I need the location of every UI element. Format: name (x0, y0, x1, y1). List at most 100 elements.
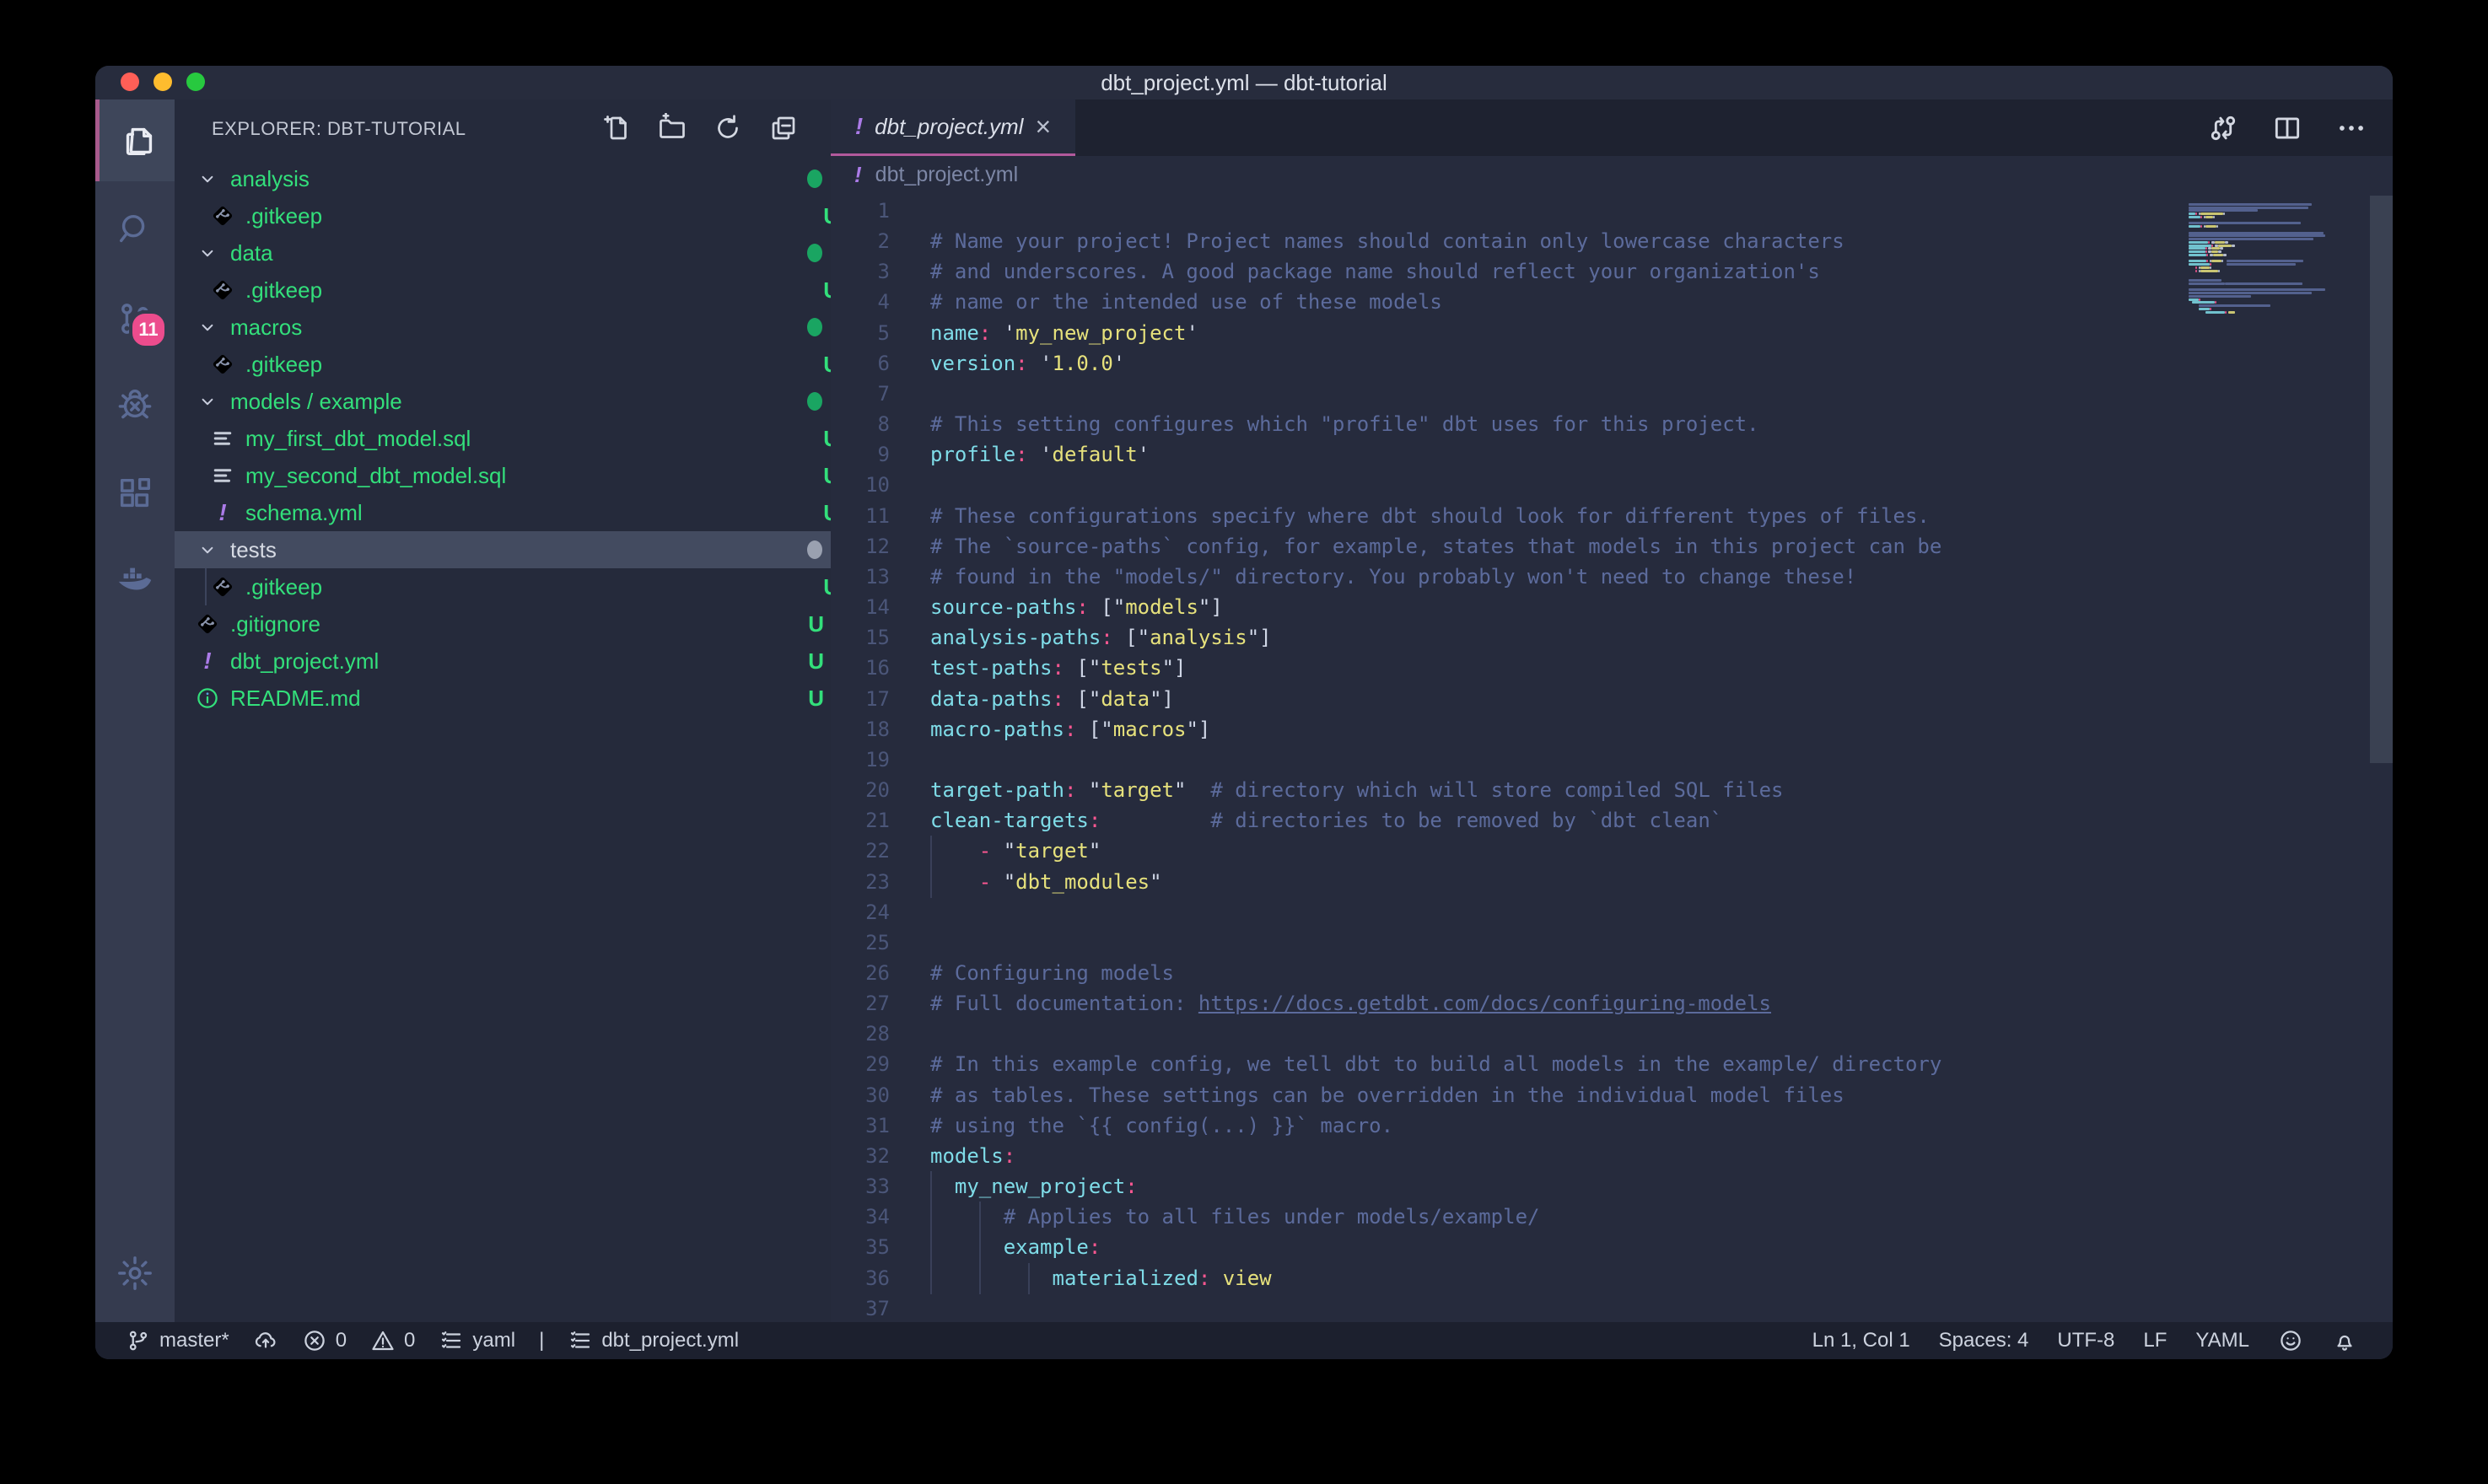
activity-item-explorer[interactable] (95, 99, 179, 181)
collapse-all-icon[interactable] (768, 113, 799, 143)
status-error-count[interactable]: 0 (302, 1328, 347, 1353)
code-editor[interactable]: 12# Name your project! Project names sho… (831, 194, 2393, 1322)
minimap[interactable] (2189, 200, 2357, 537)
tree-item-label: .gitkeep (245, 277, 322, 304)
code-line-24[interactable]: 24 (831, 897, 2393, 928)
code-line-32[interactable]: 32models: (831, 1141, 2393, 1172)
refresh-icon[interactable] (713, 113, 743, 143)
code-line-4[interactable]: 4# name or the intended use of these mod… (831, 287, 2393, 318)
code-line-33[interactable]: 33 my_new_project: (831, 1171, 2393, 1202)
code-text: test-paths: ["tests"] (930, 653, 1186, 684)
activity-item-docker[interactable] (95, 539, 175, 621)
code-line-20[interactable]: 20target-path: "target" # directory whic… (831, 775, 2393, 806)
close-tab-icon[interactable]: × (1035, 113, 1051, 140)
code-line-35[interactable]: 35 example: (831, 1232, 2393, 1263)
code-line-5[interactable]: 5name: 'my_new_project' (831, 318, 2393, 349)
code-line-10[interactable]: 10 (831, 470, 2393, 501)
tree-file-dbt-project-yml[interactable]: !dbt_project.ymlU (175, 643, 849, 680)
status-feedback[interactable] (2278, 1328, 2303, 1353)
line-number: 27 (831, 988, 890, 1019)
tree-folder-models-example[interactable]: models / example (175, 383, 849, 420)
code-line-19[interactable]: 19 (831, 745, 2393, 776)
code-line-26[interactable]: 26# Configuring models (831, 958, 2393, 989)
explorer-title: EXPLORER: DBT-TUTORIAL (212, 118, 466, 140)
code-line-22[interactable]: 22 - "target" (831, 836, 2393, 867)
tree-folder-tests[interactable]: tests (175, 531, 849, 568)
code-line-29[interactable]: 29# In this example config, we tell dbt … (831, 1049, 2393, 1080)
code-line-27[interactable]: 27# Full documentation: https://docs.get… (831, 988, 2393, 1019)
code-line-6[interactable]: 6version: '1.0.0' (831, 348, 2393, 379)
activity-item-debug[interactable] (95, 363, 175, 445)
code-text: # This setting configures which "profile… (930, 409, 1759, 440)
explorer-sidebar: EXPLORER: DBT-TUTORIAL analysis.gitkeepU… (175, 99, 831, 1322)
activity-item-settings[interactable] (95, 1232, 175, 1314)
minimap-line (2189, 225, 2200, 228)
split-editor-icon[interactable] (2271, 112, 2303, 144)
tab-dbt-project-yml[interactable]: ! dbt_project.yml × (831, 99, 1075, 156)
status-notifications[interactable] (2332, 1328, 2357, 1353)
code-line-31[interactable]: 31# using the `{{ config(...) }}` macro. (831, 1110, 2393, 1142)
code-line-18[interactable]: 18macro-paths: ["macros"] (831, 714, 2393, 745)
code-line-16[interactable]: 16test-paths: ["tests"] (831, 653, 2393, 684)
status-git-branch-status[interactable]: master* (126, 1328, 229, 1353)
breadcrumb-file[interactable]: dbt_project.yml (875, 163, 1019, 187)
yaml-file-icon: ! (208, 499, 237, 526)
tree-file-readme-md[interactable]: README.mdU (175, 680, 849, 717)
tree-file--gitkeep[interactable]: .gitkeepU (175, 197, 864, 234)
code-line-7[interactable]: 7 (831, 379, 2393, 410)
tree-file-my-first-dbt-model-sql[interactable]: my_first_dbt_model.sqlU (175, 420, 864, 457)
code-line-11[interactable]: 11# These configurations specify where d… (831, 501, 2393, 532)
code-text: name: 'my_new_project' (930, 318, 1198, 349)
tree-file-schema-yml[interactable]: !schema.ymlU (175, 494, 864, 531)
open-changes-icon[interactable] (2207, 112, 2239, 144)
code-line-12[interactable]: 12# The `source-paths` config, for examp… (831, 531, 2393, 562)
code-line-2[interactable]: 2# Name your project! Project names shou… (831, 226, 2393, 257)
title-bar[interactable]: dbt_project.yml — dbt-tutorial (95, 66, 2393, 99)
editor-scrollbar[interactable] (2370, 196, 2393, 763)
activity-item-search[interactable] (95, 188, 175, 270)
status-yaml-schema-file[interactable]: dbt_project.yml (568, 1328, 739, 1353)
status-publish-changes[interactable] (253, 1328, 278, 1353)
status-cursor-position[interactable]: Ln 1, Col 1 (1812, 1329, 1910, 1352)
code-line-25[interactable]: 25 (831, 928, 2393, 959)
code-line-14[interactable]: 14source-paths: ["models"] (831, 592, 2393, 623)
code-line-36[interactable]: 36 materialized: view (831, 1263, 2393, 1294)
code-line-8[interactable]: 8# This setting configures which "profil… (831, 409, 2393, 440)
tree-file--gitkeep[interactable]: .gitkeepU (175, 568, 864, 605)
code-line-21[interactable]: 21clean-targets: # directories to be rem… (831, 805, 2393, 836)
code-line-23[interactable]: 23 - "dbt_modules" (831, 867, 2393, 898)
tree-folder-macros[interactable]: macros (175, 309, 849, 346)
code-line-30[interactable]: 30# as tables. These settings can be ove… (831, 1080, 2393, 1111)
tree-file--gitignore[interactable]: .gitignoreU (175, 605, 849, 643)
code-line-34[interactable]: 34 # Applies to all files under models/e… (831, 1202, 2393, 1233)
status-eol[interactable]: LF (2143, 1329, 2167, 1352)
code-line-15[interactable]: 15analysis-paths: ["analysis"] (831, 622, 2393, 653)
more-actions-icon[interactable] (2335, 112, 2367, 144)
status-encoding[interactable]: UTF-8 (2057, 1329, 2114, 1352)
tree-folder-data[interactable]: data (175, 234, 849, 272)
status-indentation[interactable]: Spaces: 4 (1939, 1329, 2029, 1352)
code-line-17[interactable]: 17data-paths: ["data"] (831, 684, 2393, 715)
tree-item-label: .gitignore (230, 611, 320, 637)
code-line-3[interactable]: 3# and underscores. A good package name … (831, 256, 2393, 288)
code-line-37[interactable]: 37 (831, 1293, 2393, 1322)
new-folder-icon[interactable] (657, 113, 687, 143)
minimap-line (2189, 234, 2325, 237)
breadcrumb[interactable]: ! dbt_project.yml (831, 156, 2393, 194)
activity-item-source-control[interactable]: 11 (95, 277, 175, 359)
scm-pending-badge: 11 (129, 310, 168, 349)
tree-folder-analysis[interactable]: analysis (175, 160, 849, 197)
line-number: 26 (831, 958, 890, 989)
new-file-icon[interactable] (601, 113, 632, 143)
status-yaml-schema[interactable]: yaml (439, 1328, 515, 1353)
activity-item-extensions[interactable] (95, 452, 175, 534)
code-line-1[interactable]: 1 (831, 196, 2393, 227)
tree-file--gitkeep[interactable]: .gitkeepU (175, 346, 864, 383)
status-language-mode[interactable]: YAML (2195, 1329, 2249, 1352)
status-warning-count[interactable]: 0 (370, 1328, 415, 1353)
code-line-13[interactable]: 13# found in the "models/" directory. Yo… (831, 562, 2393, 593)
tree-file--gitkeep[interactable]: .gitkeepU (175, 272, 864, 309)
code-line-9[interactable]: 9profile: 'default' (831, 439, 2393, 470)
code-line-28[interactable]: 28 (831, 1019, 2393, 1050)
tree-file-my-second-dbt-model-sql[interactable]: my_second_dbt_model.sqlU (175, 457, 864, 494)
